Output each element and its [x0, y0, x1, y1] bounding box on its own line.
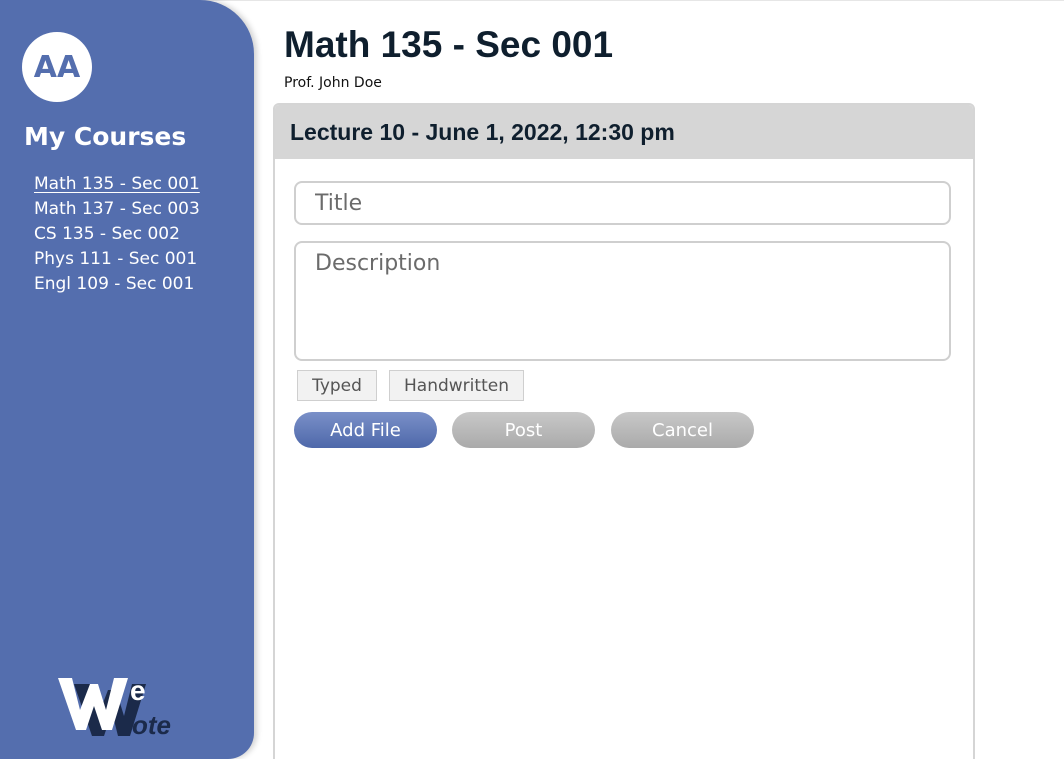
wenote-logo: e ote — [58, 675, 171, 740]
sidebar-item-phys-111[interactable]: Phys 111 - Sec 001 — [34, 247, 200, 272]
sidebar-item-math-135[interactable]: Math 135 - Sec 001 — [34, 172, 200, 197]
sidebar: AA My Courses Math 135 - Sec 001 Math 13… — [0, 0, 254, 759]
cancel-button[interactable]: Cancel — [611, 412, 754, 448]
typed-toggle[interactable]: Typed — [297, 370, 377, 401]
app-window: AA My Courses Math 135 - Sec 001 Math 13… — [0, 0, 1064, 759]
sidebar-title: My Courses — [24, 122, 187, 151]
title-input[interactable] — [294, 181, 951, 225]
sidebar-item-engl-109[interactable]: Engl 109 - Sec 001 — [34, 272, 200, 297]
avatar[interactable]: AA — [22, 32, 92, 102]
course-list: Math 135 - Sec 001 Math 137 - Sec 003 CS… — [34, 172, 200, 297]
add-file-button[interactable]: Add File — [294, 412, 437, 448]
professor-name: Prof. John Doe — [284, 75, 382, 91]
handwritten-toggle[interactable]: Handwritten — [389, 370, 524, 401]
svg-text:e: e — [130, 675, 146, 706]
description-input[interactable] — [294, 241, 951, 361]
svg-text:ote: ote — [132, 710, 171, 740]
post-button[interactable]: Post — [452, 412, 595, 448]
sidebar-item-math-137[interactable]: Math 137 - Sec 003 — [34, 197, 200, 222]
page-title: Math 135 - Sec 001 — [284, 24, 614, 65]
lecture-card: Lecture 10 - June 1, 2022, 12:30 pm Type… — [273, 103, 975, 759]
sidebar-item-cs-135[interactable]: CS 135 - Sec 002 — [34, 222, 200, 247]
lecture-heading: Lecture 10 - June 1, 2022, 12:30 pm — [275, 105, 973, 159]
